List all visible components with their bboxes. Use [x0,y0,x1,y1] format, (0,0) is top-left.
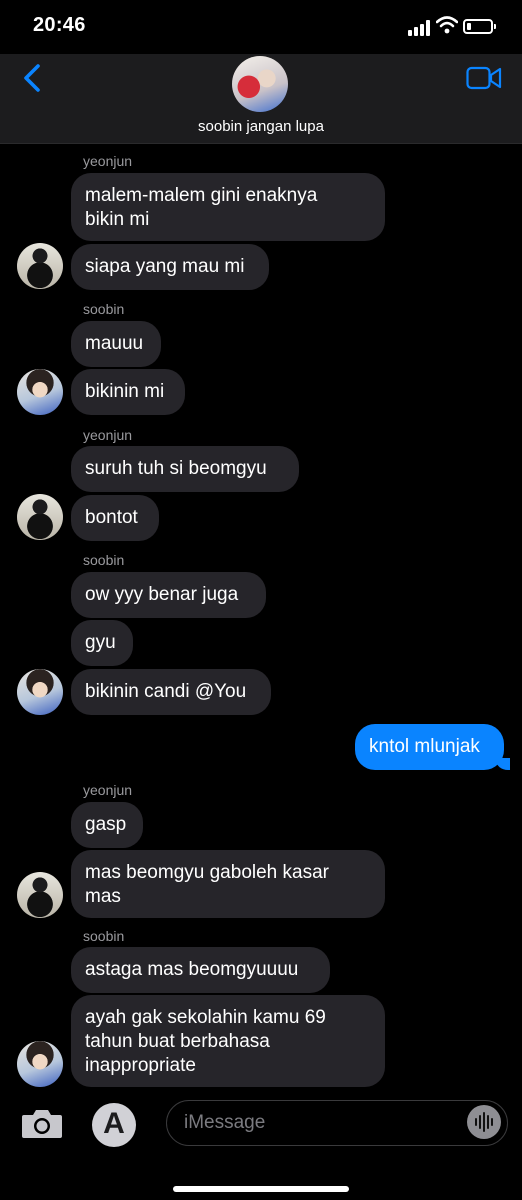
wifi-icon [436,16,458,34]
outgoing-message-bubble[interactable]: kntol mlunjak [355,724,504,770]
yeonjun-avatar[interactable] [17,494,63,540]
sender-name: soobin [83,301,125,317]
battery-icon [463,19,496,34]
camera-icon[interactable] [21,1107,63,1139]
incoming-message-bubble[interactable]: bikinin candi @You [71,669,271,715]
incoming-message-bubble[interactable]: mauuu [71,321,161,367]
incoming-message-bubble[interactable]: gasp [71,802,143,848]
audio-message-icon[interactable] [467,1105,501,1139]
imessage-input[interactable]: iMessage [166,1100,508,1146]
sender-name: soobin [83,928,125,944]
sender-name: soobin [83,552,125,568]
imessage-placeholder: iMessage [184,1112,266,1133]
incoming-message-bubble[interactable]: gyu [71,620,133,666]
soobin-avatar[interactable] [17,669,63,715]
message-list: yeonjun malem-malem gini enaknya bikin m… [0,144,522,1096]
incoming-message-bubble[interactable]: bikinin mi [71,369,185,415]
incoming-message-bubble[interactable]: ow yyy benar juga [71,572,266,618]
status-bar: 20:46 [0,0,522,54]
message-composer: A iMessage [0,1096,522,1200]
status-time: 20:46 [33,14,86,36]
sender-name: yeonjun [83,427,133,443]
incoming-message-bubble[interactable]: astaga mas beomgyuuuu [71,947,330,993]
battery-level [467,23,472,30]
soobin-avatar[interactable] [17,1041,63,1087]
incoming-message-bubble[interactable]: mas beomgyu gaboleh kasar mas [71,850,385,918]
sender-name: yeonjun [83,153,133,169]
cellular-signal-icon [408,20,432,36]
yeonjun-avatar[interactable] [17,872,63,918]
group-name[interactable]: soobin jangan lupa [0,118,522,135]
incoming-message-bubble[interactable]: siapa yang mau mi [71,244,269,290]
sender-name: yeonjun [83,782,133,798]
outgoing-bubble-tail [496,758,510,770]
incoming-message-bubble[interactable]: suruh tuh si beomgyu [71,446,299,492]
conversation-header: soobin jangan lupa [0,54,522,144]
incoming-message-bubble[interactable]: bontot [71,495,159,541]
incoming-message-bubble[interactable]: ayah gak sekolahin kamu 69 tahun buat be… [71,995,385,1087]
soobin-avatar[interactable] [17,369,63,415]
back-chevron-icon[interactable] [18,60,48,96]
group-avatar[interactable] [232,56,288,112]
home-indicator[interactable] [173,1186,349,1192]
yeonjun-avatar[interactable] [17,243,63,289]
incoming-message-bubble[interactable]: malem-malem gini enaknya bikin mi [71,173,385,241]
app-store-icon[interactable]: A [92,1103,136,1147]
video-call-icon[interactable] [466,66,502,90]
